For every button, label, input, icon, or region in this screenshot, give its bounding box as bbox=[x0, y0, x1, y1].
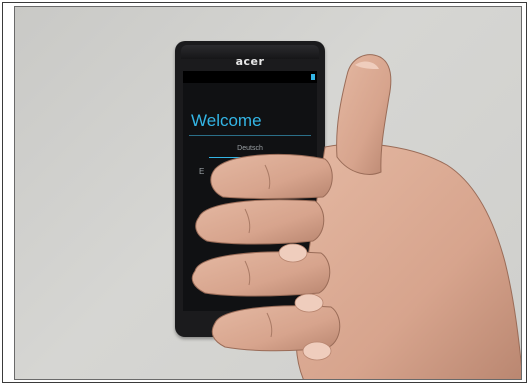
photo-frame: acer Welcome Deutsch E bbox=[14, 6, 522, 380]
thumbs-up-hand-icon bbox=[175, 47, 521, 379]
photo-scene: acer Welcome Deutsch E bbox=[0, 0, 531, 387]
